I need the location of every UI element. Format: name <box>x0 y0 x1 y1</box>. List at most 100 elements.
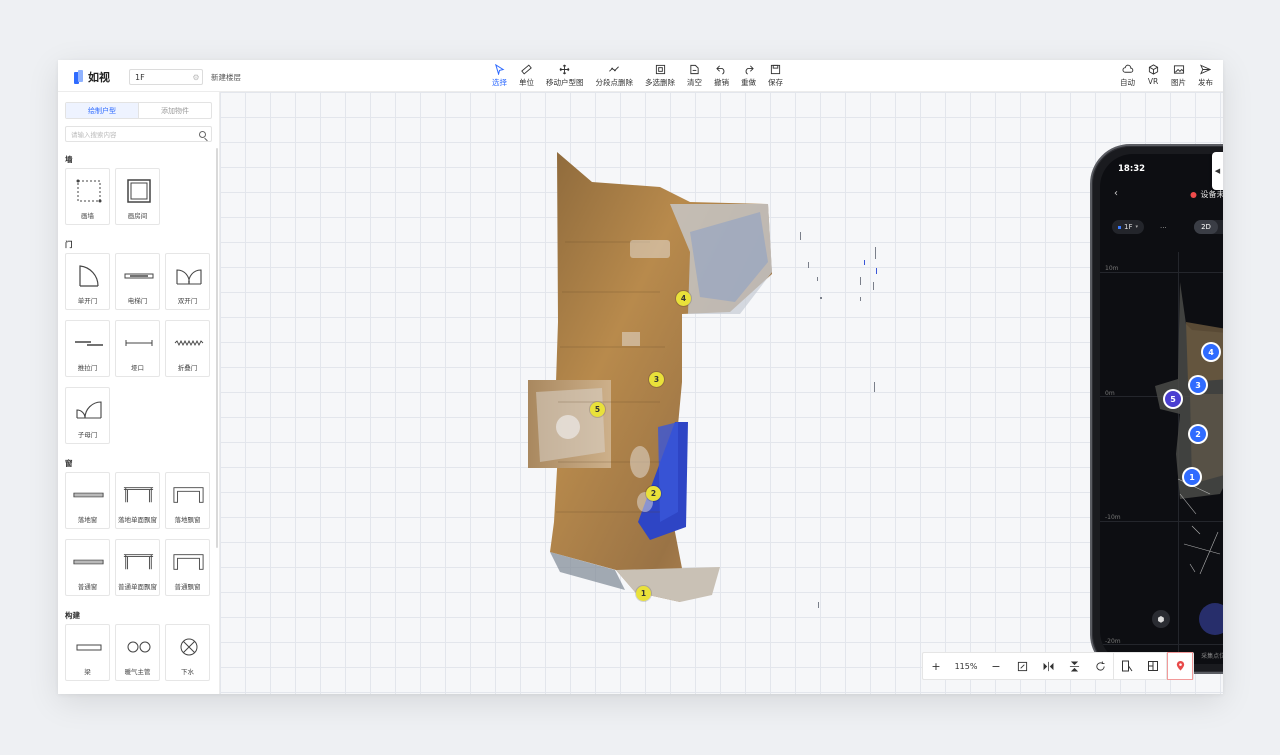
segment-delete-icon <box>608 63 620 75</box>
item-label: 梁 <box>84 668 91 676</box>
item-opening[interactable]: 垭口 <box>115 320 160 377</box>
section-title-window: 窗 <box>65 459 73 468</box>
tool-redo[interactable]: 重做 <box>735 63 762 90</box>
item-normal-window[interactable]: 普通窗 <box>65 539 110 596</box>
right-tools: 自动 VR 图片 发布 <box>1114 63 1219 90</box>
phone-scan-marker[interactable]: 1 <box>1184 469 1200 485</box>
item-elevator-door[interactable]: 电梯门 <box>115 253 160 310</box>
item-label: 电梯门 <box>127 297 148 305</box>
phone-preview: 18:32 ◠ ‹ 设备未连接 ▾ 完成 <box>1090 144 1223 674</box>
tool-vr-label: VR <box>1147 77 1159 86</box>
left-panel: 绘制户型 添加物件 请输入搜索内容 墙 画墙 画房间 门 单开门 电梯门 双开门… <box>58 92 220 694</box>
tool-undo-label: 撤销 <box>714 78 729 87</box>
item-normal-bay-window[interactable]: 普通飘窗 <box>165 539 210 596</box>
item-label: 普通飘窗 <box>174 583 201 591</box>
scan-point-marker[interactable]: 4 <box>676 291 691 306</box>
tool-save[interactable]: 保存 <box>762 63 789 90</box>
phone-scan-marker[interactable]: 4 <box>1203 344 1219 360</box>
item-sliding-door[interactable]: 推拉门 <box>65 320 110 377</box>
item-label: 普通窗 <box>77 583 98 591</box>
door-mode-icon[interactable] <box>1114 652 1140 680</box>
tool-clear[interactable]: 清空 <box>681 63 708 90</box>
item-draw-room[interactable]: 画房间 <box>115 168 160 225</box>
item-floor-single-bay-window[interactable]: 落地单面飘窗 <box>115 472 160 529</box>
ruler-icon <box>521 63 533 75</box>
tool-save-label: 保存 <box>768 78 783 87</box>
flip-vertical-icon[interactable] <box>1061 652 1087 680</box>
panel-tabs: 绘制户型 添加物件 <box>65 102 212 119</box>
zoom-out-button[interactable]: − <box>983 652 1009 680</box>
floor-name-input[interactable]: 1F ⚙ <box>129 69 203 85</box>
item-folding-door[interactable]: 折叠门 <box>165 320 210 377</box>
fit-screen-icon[interactable] <box>1009 652 1035 680</box>
search-input[interactable]: 请输入搜索内容 <box>65 126 212 142</box>
tool-unit[interactable]: 单位 <box>513 63 540 90</box>
phone-scan-marker[interactable]: 2 <box>1190 426 1206 442</box>
tool-multi-delete[interactable]: 多选删除 <box>639 63 681 90</box>
search-icon[interactable] <box>199 130 206 138</box>
folding-door-icon <box>173 329 204 357</box>
item-drain[interactable]: 下水 <box>165 624 210 681</box>
mother-child-door-icon <box>73 396 104 424</box>
logo-text: 如视 <box>88 71 110 84</box>
tool-undo[interactable]: 撤销 <box>708 63 735 90</box>
redo-icon <box>743 63 755 75</box>
multi-select-delete-icon <box>654 63 666 75</box>
tool-multi-delete-label: 多选删除 <box>645 78 675 87</box>
panel-scrollbar[interactable] <box>216 148 218 548</box>
tool-vr[interactable]: VR <box>1141 63 1165 90</box>
tool-auto-label: 自动 <box>1120 78 1135 87</box>
location-pin-icon[interactable] <box>1167 652 1193 680</box>
capture-button[interactable] <box>1199 603 1223 635</box>
tool-move-plan-label: 移动户型图 <box>546 78 584 87</box>
tool-segment-delete[interactable]: 分段点删除 <box>590 63 640 90</box>
tool-publish-label: 发布 <box>1198 78 1213 87</box>
phone-scan-marker[interactable]: 5 <box>1165 391 1181 407</box>
scan-point-marker[interactable]: 2 <box>646 486 661 501</box>
collapse-panel-tab[interactable]: ◀ <box>1212 152 1223 190</box>
item-floor-window[interactable]: 落地窗 <box>65 472 110 529</box>
tool-auto[interactable]: 自动 <box>1114 63 1141 90</box>
save-icon <box>770 63 782 75</box>
item-label: 落地窗 <box>77 516 98 524</box>
center-tools: 选择 单位 移动户型图 分段点删除 多选删除 清空 撤销 重做 保存 <box>486 63 789 90</box>
cloud-auto-icon <box>1122 63 1134 75</box>
scan-point-marker[interactable]: 1 <box>636 586 651 601</box>
floorplan-canvas[interactable]: 1 2 3 4 5 18:32 ◠ ‹ 设备未连接 ▾ <box>220 92 1223 694</box>
item-draw-wall[interactable]: 画墙 <box>65 168 110 225</box>
tool-publish[interactable]: 发布 <box>1192 63 1219 90</box>
item-mother-child-door[interactable]: 子母门 <box>65 387 110 444</box>
new-floor-button[interactable]: 新建楼层 <box>211 72 241 83</box>
tool-move-plan[interactable]: 移动户型图 <box>540 63 590 90</box>
flip-horizontal-icon[interactable] <box>1035 652 1061 680</box>
item-heating-pipe[interactable]: 暖气主管 <box>115 624 160 681</box>
tool-clear-label: 清空 <box>687 78 702 87</box>
zoom-toolbar: + 115% − <box>922 652 1194 680</box>
tool-select[interactable]: 选择 <box>486 63 513 90</box>
zoom-level: 115% <box>954 661 978 671</box>
item-normal-single-bay-window[interactable]: 普通单面飘窗 <box>115 539 160 596</box>
layout-mode-icon[interactable] <box>1140 652 1166 680</box>
item-floor-bay-window[interactable]: 落地飘窗 <box>165 472 210 529</box>
tab-draw-floorplan[interactable]: 绘制户型 <box>66 103 139 118</box>
floor-settings-icon[interactable]: ⚙ <box>190 73 202 82</box>
item-single-door[interactable]: 单开门 <box>65 253 110 310</box>
tool-select-label: 选择 <box>492 78 507 87</box>
item-double-door[interactable]: 双开门 <box>165 253 210 310</box>
tab-add-objects[interactable]: 添加物件 <box>139 103 211 118</box>
floor-window-icon <box>73 481 104 509</box>
tool-segment-delete-label: 分段点删除 <box>595 78 634 87</box>
settings-hex-icon[interactable]: ⬢ <box>1152 610 1170 628</box>
scan-point-marker[interactable]: 5 <box>590 402 605 417</box>
scan-point-marker[interactable]: 3 <box>649 372 664 387</box>
send-icon <box>1200 63 1212 75</box>
item-beam[interactable]: 梁 <box>65 624 110 681</box>
section-title-structure: 构建 <box>65 611 80 620</box>
zoom-in-button[interactable]: + <box>923 652 949 680</box>
rotate-icon[interactable] <box>1087 652 1113 680</box>
item-label: 子母门 <box>77 431 98 439</box>
phone-scan-marker[interactable]: 3 <box>1190 377 1206 393</box>
item-label: 落地飘窗 <box>174 516 201 524</box>
single-door-icon <box>73 262 104 290</box>
tool-image[interactable]: 图片 <box>1165 63 1192 90</box>
